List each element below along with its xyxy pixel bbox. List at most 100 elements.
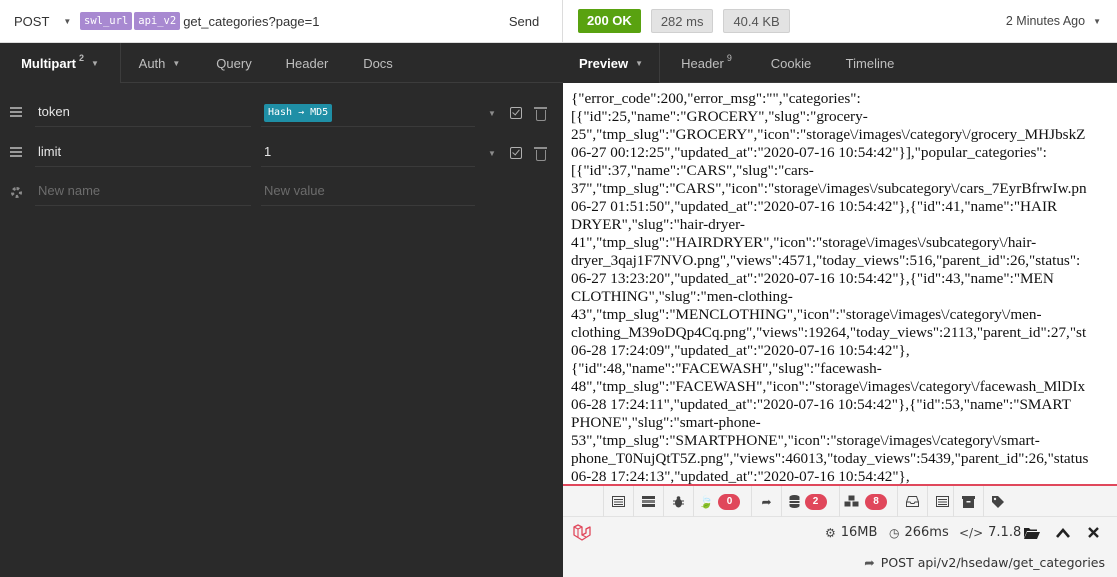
- laravel-logo-icon[interactable]: [572, 523, 592, 543]
- folder-open-icon[interactable]: [1024, 517, 1040, 548]
- database-icon: [789, 495, 799, 508]
- models-button[interactable]: 8: [839, 486, 891, 517]
- tab-preview[interactable]: Preview ▼: [563, 43, 660, 83]
- route-value: POST api/v2/hsedaw/get_categories: [880, 555, 1105, 570]
- memory-stat: ⚙ 16MB: [825, 517, 877, 548]
- tab-cookie[interactable]: Cookie: [753, 43, 829, 83]
- json-line: 06-27 00:12:25","updated_at":"2020-07-16…: [571, 144, 1047, 161]
- queries-count-badge: 2: [804, 493, 827, 510]
- param-row: token Hash → MD5 ▼: [0, 93, 563, 133]
- drag-handle-icon[interactable]: [10, 107, 22, 119]
- clock-icon: ◷: [889, 525, 900, 540]
- response-body[interactable]: {"error_code":200,"error_msg":"","catego…: [563, 83, 1117, 485]
- messages-icon[interactable]: [603, 486, 633, 517]
- tab-docs[interactable]: Docs: [344, 43, 412, 83]
- tab-label: Header: [285, 55, 329, 71]
- duration-stat: ◷ 266ms: [889, 517, 949, 548]
- debugbar-route: ➦ POST api/v2/hsedaw/get_categories: [563, 548, 1117, 577]
- send-button[interactable]: Send: [486, 14, 562, 29]
- response-pane: 200 OK 282 ms 40.4 KB 2 Minutes Ago ▼ Pr…: [563, 0, 1117, 577]
- php-version-stat: </> 7.1.8: [959, 517, 1021, 548]
- tab-label: Auth: [138, 55, 166, 71]
- memory-value: 16MB: [840, 525, 878, 540]
- checkbox-icon[interactable]: [510, 147, 522, 159]
- tags-icon[interactable]: [983, 486, 1013, 517]
- gear-icon[interactable]: [11, 187, 22, 198]
- share-icon: ➦: [864, 555, 875, 570]
- history-dropdown[interactable]: 2 Minutes Ago ▼: [1006, 14, 1101, 28]
- json-line: 25","tmp_slug":"GROCERY","icon":"storage…: [571, 126, 1086, 143]
- env-variable-chip[interactable]: api_v2: [134, 12, 181, 30]
- json-line: {"id":48,"name":"FACEWASH","slug":"facew…: [571, 360, 882, 377]
- archive-icon[interactable]: [953, 486, 983, 517]
- status-badge: 200 OK: [578, 9, 641, 33]
- route-info[interactable]: ➦ POST api/v2/hsedaw/get_categories: [864, 555, 1105, 570]
- json-line: dryer_3qaj1F7NVO.png","views":4571,"toda…: [571, 252, 1081, 269]
- json-line: 43","tmp_slug":"MENCLOTHING","icon":"sto…: [571, 306, 1042, 323]
- json-line: 53","tmp_slug":"SMARTPHONE","icon":"stor…: [571, 432, 1040, 449]
- time-ago-label: 2 Minutes Ago: [1005, 14, 1086, 28]
- checkbox-icon[interactable]: [510, 107, 522, 119]
- chevron-down-icon: ▼: [172, 58, 181, 68]
- timeline-icon[interactable]: [633, 486, 663, 517]
- env-variable-chip[interactable]: swl_url: [80, 12, 133, 30]
- request-tabs: Multipart 2 ▼ Auth ▼ Query Header Docs: [0, 43, 563, 83]
- json-line: [{"id":37,"name":"CARS","slug":"cars-: [571, 162, 814, 179]
- tab-count-badge: 2: [78, 53, 84, 63]
- tab-auth[interactable]: Auth ▼: [120, 43, 198, 83]
- logs-button[interactable]: 🍃 0: [693, 486, 745, 517]
- json-line: 48","tmp_slug":"FACEWASH","icon":"storag…: [571, 378, 1086, 395]
- response-size-pill: 40.4 KB: [723, 9, 790, 33]
- trash-icon[interactable]: [534, 147, 547, 161]
- response-json-text: {"error_code":200,"error_msg":"","catego…: [571, 90, 1117, 485]
- trash-icon[interactable]: [534, 107, 547, 121]
- inbox-icon[interactable]: [897, 486, 927, 517]
- json-line: [{"id":25,"name":"GROCERY","slug":"groce…: [571, 108, 868, 125]
- tab-label: Docs: [363, 55, 393, 71]
- json-line: 06-28 17:24:13","updated_at":"2020-07-16…: [571, 468, 910, 485]
- json-line: DRYER","slug":"hair-dryer-: [571, 216, 745, 233]
- new-value-input[interactable]: New value: [261, 178, 475, 206]
- tab-response-header[interactable]: Header 9: [660, 43, 753, 83]
- param-name-field[interactable]: limit: [35, 139, 251, 167]
- code-icon: </>: [959, 525, 984, 540]
- json-line: phone_T0NujQtT5Z.png","views":46013,"tod…: [571, 450, 1089, 467]
- hash-tag-chip[interactable]: Hash → MD5: [264, 104, 333, 122]
- tab-header[interactable]: Header: [270, 43, 344, 83]
- close-icon[interactable]: [1088, 517, 1099, 548]
- method-label: POST: [14, 13, 50, 29]
- method-dropdown[interactable]: POST ▼: [14, 14, 80, 29]
- chevron-down-icon[interactable]: ▼: [488, 149, 496, 158]
- tab-label: Cookie: [770, 55, 812, 71]
- tab-multipart[interactable]: Multipart 2 ▼: [0, 43, 120, 83]
- json-line: PHONE","slug":"smart-phone-: [571, 414, 761, 431]
- url-input[interactable]: swl_url api_v2 get_categories?page=1: [80, 12, 486, 30]
- chevron-up-icon[interactable]: [1056, 517, 1070, 548]
- url-path[interactable]: get_categories?page=1: [183, 14, 319, 29]
- request-pane: POST ▼ swl_url api_v2 get_categories?pag…: [0, 0, 563, 577]
- tab-count-badge: 9: [726, 53, 732, 63]
- queries-button[interactable]: 2: [781, 486, 833, 517]
- tab-timeline[interactable]: Timeline: [829, 43, 911, 83]
- json-line: CLOTHING","slug":"men-clothing-: [571, 288, 793, 305]
- json-line: 06-28 17:24:09","updated_at":"2020-07-16…: [571, 342, 910, 359]
- param-value-field[interactable]: 1: [261, 139, 475, 167]
- json-line: 06-27 13:23:20","updated_at":"2020-07-16…: [571, 270, 1054, 287]
- leaf-icon: 🍃: [698, 494, 714, 509]
- tab-query[interactable]: Query: [198, 43, 270, 83]
- param-name-field[interactable]: token: [35, 99, 251, 127]
- new-name-input[interactable]: New name: [35, 178, 251, 206]
- cogs-icon: ⚙: [825, 525, 836, 540]
- drag-handle-icon[interactable]: [10, 147, 22, 159]
- chevron-down-icon[interactable]: ▼: [488, 109, 496, 118]
- bug-icon[interactable]: [663, 486, 693, 517]
- chevron-down-icon: ▼: [90, 58, 99, 68]
- url-bar: POST ▼ swl_url api_v2 get_categories?pag…: [0, 0, 563, 43]
- response-time-pill: 282 ms: [650, 9, 714, 33]
- tab-label: Timeline: [845, 55, 895, 71]
- cubes-icon: [844, 495, 859, 507]
- php-version-value: 7.1.8: [988, 525, 1022, 540]
- debugbar-toolbar: 🍃 0 ➦ 2 8: [563, 486, 1117, 517]
- share-icon[interactable]: ➦: [751, 486, 781, 517]
- new-param-row: New name New value: [0, 172, 563, 212]
